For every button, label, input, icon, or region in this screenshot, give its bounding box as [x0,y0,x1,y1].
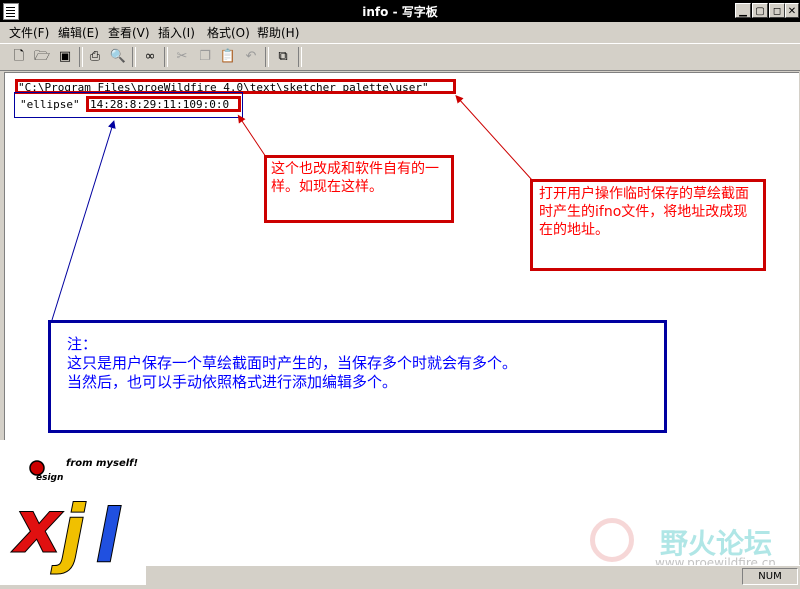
svg-text:x: x [10,484,64,570]
svg-text:from myself!: from myself! [66,458,138,469]
note-line-2: 当然后，也可以手动依照格式进行添加编辑多个。 [67,373,398,391]
num-lock-indicator: NUM [742,568,798,585]
xjl-logo-graphic: from myself! esign x j l [10,458,139,581]
middle-annotation-text: 这个也改成和软件自有的一样。如现在这样。 [271,161,439,195]
arrow-to-values [237,114,269,161]
middle-annotation-box: 这个也改成和软件自有的一样。如现在这样。 [264,155,454,223]
arrow-to-entry [51,120,116,321]
svg-text:esign: esign [36,473,63,483]
status-bar: NUM [146,565,800,586]
right-annotation-text: 打开用户操作临时保存的草绘截面时产生的ifno文件，将地址改成现在的地址。 [539,186,749,238]
note-title: 注： [67,335,98,353]
watermark-logo-icon [590,518,634,562]
note-box: 注： 这只是用户保存一个草绘截面时产生的，当保存多个时就会有多个。 当然后，也可… [48,320,667,433]
xjl-logo: from myself! esign x j l [0,440,146,585]
arrow-to-path [455,95,533,181]
note-line-1: 这只是用户保存一个草绘截面时产生的，当保存多个时就会有多个。 [67,354,518,372]
right-annotation-box: 打开用户操作临时保存的草绘截面时产生的ifno文件，将地址改成现在的地址。 [530,179,766,271]
svg-text:l: l [95,494,122,580]
